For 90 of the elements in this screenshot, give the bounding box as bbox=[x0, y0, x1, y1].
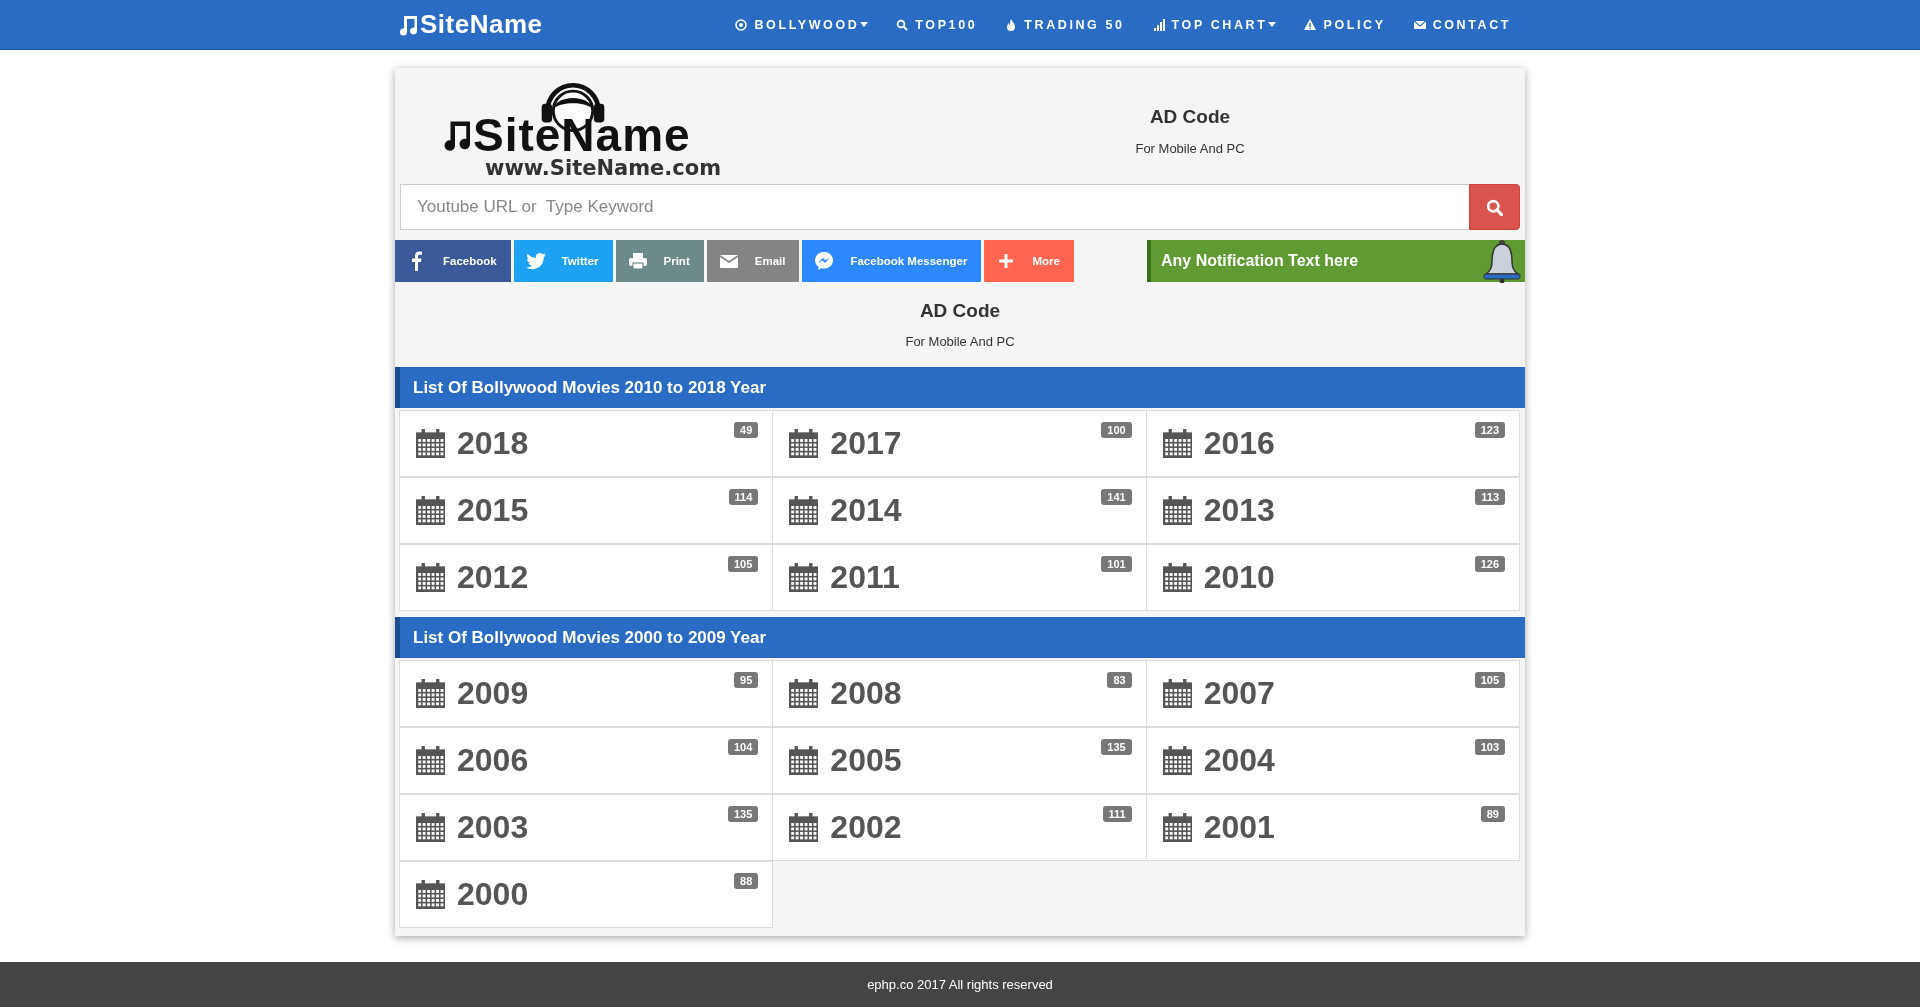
printer-icon bbox=[627, 251, 648, 271]
search-icon bbox=[896, 18, 909, 31]
calendar-icon bbox=[789, 746, 819, 775]
brand-link[interactable]: SiteName bbox=[395, 9, 543, 40]
nav-link[interactable]: CONTACT bbox=[1399, 17, 1525, 32]
count-badge: 101 bbox=[1101, 556, 1132, 572]
share-button[interactable]: Email bbox=[706, 240, 800, 282]
count-badge: 100 bbox=[1101, 422, 1132, 438]
calendar-icon bbox=[416, 880, 445, 909]
year-link[interactable]: 2013 113 bbox=[1145, 477, 1520, 544]
year-link[interactable]: 2017 100 bbox=[772, 410, 1147, 477]
year-link[interactable]: 2005 135 bbox=[772, 727, 1147, 794]
calendar-icon bbox=[789, 429, 819, 458]
flame-icon bbox=[1005, 18, 1018, 31]
year-link[interactable]: 2009 95 bbox=[399, 660, 774, 727]
count-badge: 105 bbox=[727, 556, 759, 572]
year-link[interactable]: 2006 104 bbox=[399, 727, 774, 794]
calendar-icon bbox=[789, 563, 819, 592]
calendar-icon bbox=[1162, 746, 1192, 775]
nav-link[interactable]: BOLLYWOOD bbox=[721, 17, 883, 32]
nav-link[interactable]: TOP CHART bbox=[1138, 17, 1291, 32]
notification-text: Any Notification Text here bbox=[1160, 252, 1359, 270]
nav-link[interactable]: TRADING 50 bbox=[991, 17, 1139, 32]
calendar-icon bbox=[1162, 429, 1192, 458]
count-badge: 89 bbox=[1480, 806, 1505, 822]
section-heading: List Of Bollywood Movies 2010 to 2018 Year bbox=[395, 367, 1525, 408]
count-badge: 83 bbox=[1107, 672, 1132, 688]
search-icon bbox=[1486, 198, 1503, 216]
count-badge: 104 bbox=[727, 739, 759, 755]
logo-url: www.SiteName.com bbox=[485, 156, 722, 180]
disc-icon bbox=[735, 18, 748, 31]
count-badge: 49 bbox=[734, 422, 759, 438]
year-link[interactable]: 2008 83 bbox=[772, 660, 1147, 727]
year-link[interactable]: 2012 105 bbox=[399, 544, 774, 611]
calendar-icon bbox=[1162, 679, 1192, 708]
nav-link[interactable]: TOP100 bbox=[882, 17, 992, 32]
copyright-text: ephp.co 2017 All rights reserved bbox=[867, 977, 1053, 992]
bell-icon bbox=[1482, 239, 1522, 283]
count-badge: 105 bbox=[1474, 672, 1505, 688]
calendar-icon bbox=[789, 496, 819, 525]
year-link[interactable]: 2010 126 bbox=[1145, 544, 1520, 611]
search-button[interactable] bbox=[1469, 184, 1520, 230]
messenger-icon bbox=[814, 251, 835, 271]
year-link[interactable]: 2016 123 bbox=[1145, 410, 1520, 477]
count-badge: 123 bbox=[1474, 422, 1505, 438]
calendar-icon bbox=[416, 813, 445, 842]
section-heading: List Of Bollywood Movies 2000 to 2009 Year bbox=[395, 617, 1525, 658]
year-link[interactable]: 2004 103 bbox=[1145, 727, 1520, 794]
ad-title: AD Code bbox=[919, 300, 1001, 322]
count-badge: 113 bbox=[1475, 489, 1505, 505]
year-link[interactable]: 2015 114 bbox=[399, 477, 774, 544]
calendar-icon bbox=[1162, 496, 1192, 525]
count-badge: 111 bbox=[1102, 806, 1132, 822]
envelope-icon bbox=[1413, 18, 1426, 31]
logo-text: SiteName bbox=[473, 112, 691, 158]
calendar-icon bbox=[789, 679, 819, 708]
calendar-icon bbox=[789, 813, 819, 842]
ad-subtitle: For Mobile And PC bbox=[1135, 141, 1245, 156]
year-link[interactable]: 2011 101 bbox=[772, 544, 1147, 611]
year-link[interactable]: 2018 49 bbox=[399, 410, 774, 477]
count-badge: 135 bbox=[727, 806, 759, 822]
year-link[interactable]: 2007 105 bbox=[1145, 660, 1520, 727]
warning-icon bbox=[1304, 18, 1317, 31]
calendar-icon bbox=[416, 679, 445, 708]
count-badge: 88 bbox=[734, 873, 759, 889]
year-link[interactable]: 2000 88 bbox=[399, 861, 774, 928]
count-badge: 95 bbox=[734, 672, 759, 688]
nav-link[interactable]: POLICY bbox=[1290, 17, 1400, 32]
year-link[interactable]: 2003 135 bbox=[399, 794, 774, 861]
year-link[interactable]: 2002 111 bbox=[772, 794, 1147, 861]
count-badge: 126 bbox=[1474, 556, 1505, 572]
calendar-icon bbox=[416, 429, 445, 458]
count-badge: 114 bbox=[728, 489, 759, 505]
signal-bars-icon bbox=[1152, 18, 1165, 31]
ad-title: AD Code bbox=[1149, 106, 1231, 128]
year-link[interactable]: 2014 141 bbox=[772, 477, 1147, 544]
calendar-icon bbox=[1162, 813, 1192, 842]
search-field[interactable]: Youtube URL or Type Keyword bbox=[400, 184, 1469, 230]
count-badge: 103 bbox=[1474, 739, 1505, 755]
share-button[interactable]: Print bbox=[615, 240, 704, 282]
twitter-icon bbox=[525, 251, 546, 271]
calendar-icon bbox=[416, 746, 445, 775]
count-badge: 135 bbox=[1101, 739, 1132, 755]
year-link[interactable]: 2001 89 bbox=[1145, 794, 1520, 861]
share-button[interactable]: Facebook bbox=[395, 240, 511, 282]
calendar-icon bbox=[1162, 563, 1192, 592]
calendar-icon bbox=[416, 496, 445, 525]
calendar-icon bbox=[416, 563, 445, 592]
count-badge: 141 bbox=[1101, 489, 1132, 505]
ad-subtitle: For Mobile And PC bbox=[905, 334, 1015, 349]
